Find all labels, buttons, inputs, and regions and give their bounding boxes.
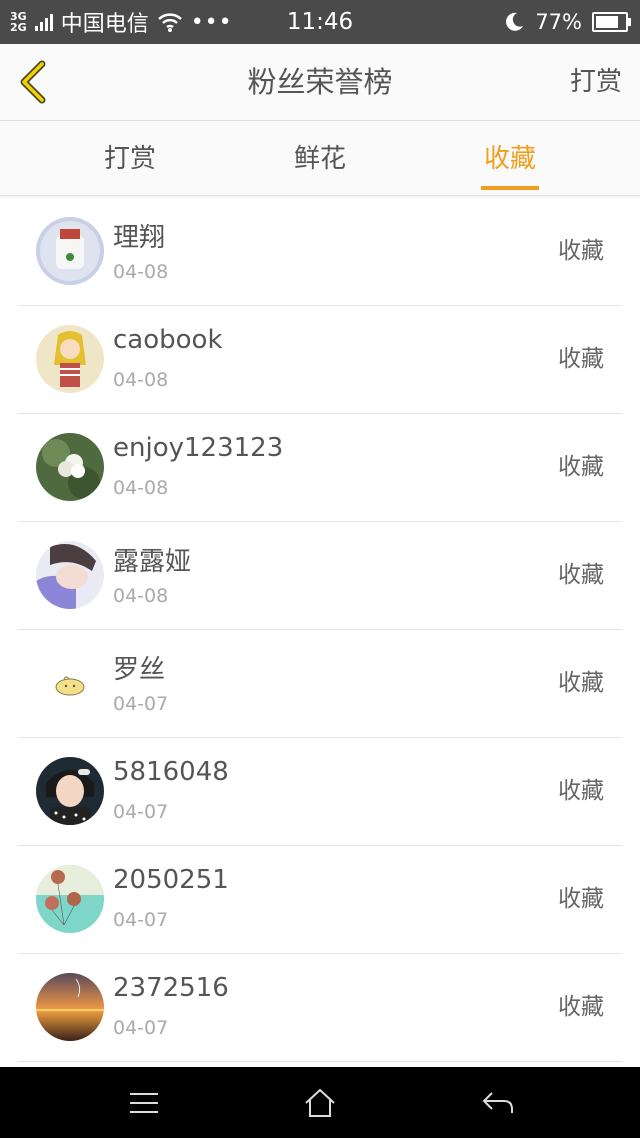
user-name: 露露娅 [113, 547, 192, 577]
list-item[interactable]: 理翔 04-08 收藏 [18, 197, 622, 306]
tab-flowers[interactable]: 鲜花 [280, 121, 360, 195]
avatar [36, 973, 104, 1041]
row-action-label: 收藏 [558, 886, 604, 912]
row-action-label: 收藏 [558, 670, 604, 696]
list-item[interactable]: caobook 04-08 收藏 [18, 305, 622, 414]
moon-icon [506, 12, 524, 31]
avatar [36, 541, 104, 609]
back-arrow-icon[interactable] [480, 1085, 516, 1121]
user-name: enjoy123123 [113, 433, 284, 463]
row-action-label: 收藏 [558, 346, 604, 372]
list-item[interactable]: 5816048 04-07 收藏 [18, 737, 622, 846]
app-header: 粉丝荣誉榜 打赏 [0, 44, 640, 121]
row-action-label: 收藏 [558, 562, 604, 588]
avatar [36, 433, 104, 501]
status-bar: 3G 2G 中国电信 ••• 11:46 77% [0, 0, 640, 44]
tab-tip[interactable]: 打赏 [90, 121, 170, 195]
avatar-image [36, 433, 104, 501]
row-action-label: 收藏 [558, 238, 604, 264]
avatar-image [36, 757, 104, 825]
list-item[interactable]: 露露娅 04-08 收藏 [18, 521, 622, 630]
avatar-image [36, 217, 104, 285]
list-item[interactable]: 罗丝 04-07 收藏 [18, 629, 622, 738]
user-name: 5816048 [113, 757, 229, 787]
avatar-image [36, 325, 104, 393]
tab-label: 打赏 [103, 144, 156, 174]
item-date: 04-07 [113, 801, 169, 823]
tab-favorites[interactable]: 收藏 [481, 121, 539, 195]
list-item[interactable]: 2372516 04-07 收藏 [18, 953, 622, 1062]
item-date: 04-08 [113, 261, 169, 283]
battery-percent: 77% [535, 10, 582, 34]
item-date: 04-08 [113, 369, 169, 391]
avatar [36, 757, 104, 825]
active-tab-indicator [481, 186, 539, 190]
avatar [36, 217, 104, 285]
home-icon[interactable] [302, 1085, 338, 1121]
user-name: 2050251 [113, 865, 229, 895]
tab-label: 鲜花 [293, 144, 346, 174]
user-name: 2372516 [113, 973, 229, 1003]
list-item[interactable]: 2050251 04-07 收藏 [18, 845, 622, 954]
avatar-image [36, 541, 104, 609]
avatar-image [36, 649, 104, 717]
user-name: 罗丝 [113, 655, 166, 685]
avatar [36, 865, 104, 933]
system-nav-bar [0, 1067, 640, 1138]
tab-label: 收藏 [483, 144, 536, 174]
avatar [36, 325, 104, 393]
row-action-label: 收藏 [558, 778, 604, 804]
tab-bar: 打赏 鲜花 收藏 [0, 121, 640, 196]
tip-button[interactable]: 打赏 [570, 44, 622, 120]
avatar-image [36, 973, 104, 1041]
user-name: caobook [113, 325, 223, 355]
item-date: 04-07 [113, 909, 169, 931]
item-date: 04-07 [113, 693, 169, 715]
user-name: 理翔 [113, 223, 166, 253]
item-date: 04-08 [113, 585, 169, 607]
row-action-label: 收藏 [558, 994, 604, 1020]
menu-icon[interactable] [126, 1085, 162, 1121]
battery-icon [592, 12, 631, 32]
item-date: 04-08 [113, 477, 169, 499]
avatar-image [36, 865, 104, 933]
status-bar-right: 77% [503, 0, 631, 44]
battery-level [596, 16, 618, 28]
row-action-label: 收藏 [558, 454, 604, 480]
item-date: 04-07 [113, 1017, 169, 1039]
list-item[interactable]: enjoy123123 04-08 收藏 [18, 413, 622, 522]
page-title: 粉丝荣誉榜 [247, 65, 393, 99]
avatar [36, 649, 104, 717]
